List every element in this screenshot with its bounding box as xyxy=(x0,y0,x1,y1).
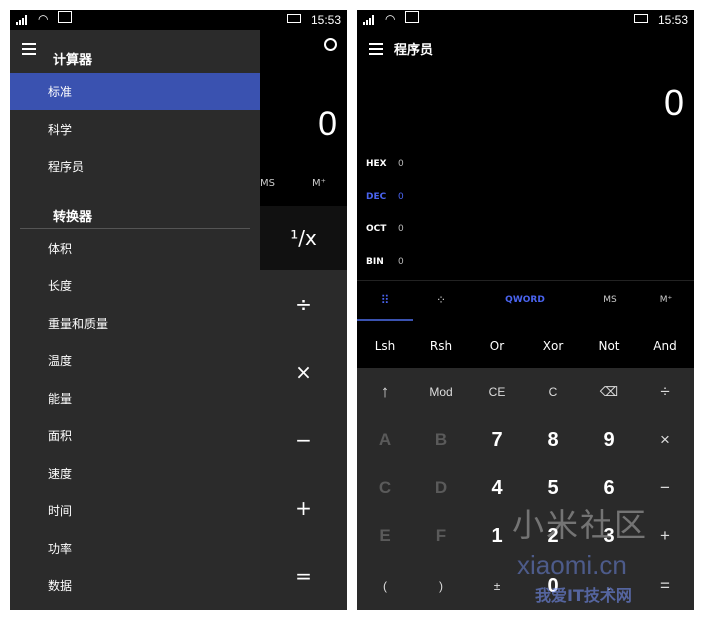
base-label: OCT xyxy=(366,224,387,234)
memory-add-button[interactable]: M⁺ xyxy=(638,281,694,319)
word-size-button[interactable]: QWORD xyxy=(487,281,563,319)
hex-c-button[interactable]: C xyxy=(357,464,413,512)
status-time: 15:53 xyxy=(310,13,341,27)
digit-8-button[interactable]: 8 xyxy=(525,416,581,464)
drawer-divider xyxy=(20,228,250,229)
oct-row[interactable]: OCT 0 xyxy=(366,224,404,234)
base-value: 0 xyxy=(398,192,404,202)
rsh-button[interactable]: Rsh xyxy=(413,322,469,370)
memory-add-button[interactable]: M⁺ xyxy=(312,178,326,189)
converter-section-heading: 转换器 xyxy=(53,210,93,225)
drawer-item-weight[interactable]: 重量和质量 xyxy=(10,305,260,342)
drawer-item-data[interactable]: 数据 xyxy=(10,567,260,604)
digit-7-button[interactable]: 7 xyxy=(469,416,525,464)
message-icon xyxy=(405,11,419,23)
watermark-site: 我爱IT技术网 xyxy=(535,586,632,605)
drawer-item-power[interactable]: 功率 xyxy=(10,530,260,567)
add-button[interactable]: + xyxy=(260,474,347,542)
subtract-button[interactable]: − xyxy=(260,406,347,474)
clear-entry-button[interactable]: CE xyxy=(469,368,525,416)
drawer-item-volume[interactable]: 体积 xyxy=(10,230,260,267)
drawer-item-length[interactable]: 长度 xyxy=(10,267,260,304)
memory-store-button[interactable]: MS xyxy=(582,281,638,319)
mod-button[interactable]: Mod xyxy=(413,368,469,416)
equals-button[interactable]: = xyxy=(637,562,693,610)
drawer-item-area[interactable]: 面积 xyxy=(10,417,260,454)
and-button[interactable]: And xyxy=(637,322,693,370)
drawer-item-programmer[interactable]: 程序员 xyxy=(10,148,260,185)
multiply-button[interactable]: × xyxy=(637,416,693,464)
status-bar: ◠ 15:53 xyxy=(10,10,347,30)
signal-icon xyxy=(363,15,377,25)
hex-b-button[interactable]: B xyxy=(413,416,469,464)
bit-toggle-tab-icon[interactable]: ⁘ xyxy=(413,281,469,319)
drawer-item-scientific[interactable]: 科学 xyxy=(10,111,260,148)
hamburger-menu-icon[interactable] xyxy=(22,43,36,58)
close-paren-button[interactable]: ) xyxy=(413,562,469,610)
battery-icon xyxy=(634,14,648,23)
memory-store-button[interactable]: MS xyxy=(260,178,275,189)
hex-d-button[interactable]: D xyxy=(413,464,469,512)
drawer-item-energy[interactable]: 能量 xyxy=(10,380,260,417)
digit-9-button[interactable]: 9 xyxy=(581,416,637,464)
calculator-display: 0 xyxy=(318,105,337,143)
equals-button[interactable]: = xyxy=(260,542,347,610)
clear-button[interactable]: C xyxy=(525,368,581,416)
wifi-icon: ◠ xyxy=(38,12,49,26)
left-keypad: ¹/x ÷ × − + = xyxy=(260,206,347,610)
watermark-url: xiaomi.cn xyxy=(517,550,627,580)
base-value: 0 xyxy=(398,159,404,169)
signal-icon xyxy=(16,15,30,25)
hex-a-button[interactable]: A xyxy=(357,416,413,464)
hex-e-button[interactable]: E xyxy=(357,512,413,560)
hex-f-button[interactable]: F xyxy=(413,512,469,560)
base-label: HEX xyxy=(366,159,387,169)
navigation-drawer: 计算器 标准 科学 程序员 转换器 体积 长度 重量和质量 温度 能量 面积 速… xyxy=(10,30,260,610)
page-title: 程序员 xyxy=(394,43,434,58)
battery-icon xyxy=(287,14,301,23)
drawer-item-speed[interactable]: 速度 xyxy=(10,455,260,492)
bin-row[interactable]: BIN 0 xyxy=(366,257,404,267)
hamburger-menu-icon[interactable] xyxy=(369,43,383,58)
history-icon[interactable] xyxy=(324,38,337,51)
lsh-button[interactable]: Lsh xyxy=(357,322,413,370)
left-phone-screen: ◠ 15:53 0 MS M⁺ ¹/x ÷ × − + = 计算器 标准 科学 … xyxy=(10,10,347,610)
reciprocal-button[interactable]: ¹/x xyxy=(260,206,347,270)
not-button[interactable]: Not xyxy=(581,322,637,370)
drawer-item-time[interactable]: 时间 xyxy=(10,492,260,529)
drawer-item-standard[interactable]: 标准 xyxy=(10,73,260,110)
calculator-display: 0 xyxy=(663,82,684,123)
right-phone-screen: ◠ 15:53 程序员 0 HEX 0 DEC 0 OCT 0 BIN 0 ⠿ … xyxy=(357,10,694,610)
hex-row[interactable]: HEX 0 xyxy=(366,159,404,169)
divide-button[interactable]: ÷ xyxy=(260,270,347,338)
message-icon xyxy=(58,11,72,23)
backspace-icon[interactable]: ⌫ xyxy=(581,368,637,416)
drawer-item-temperature[interactable]: 温度 xyxy=(10,342,260,379)
watermark-text: 小米社区 xyxy=(512,506,649,544)
base-value: 0 xyxy=(398,257,404,267)
multiply-button[interactable]: × xyxy=(260,338,347,406)
status-bar: ◠ 15:53 xyxy=(357,10,694,30)
wifi-icon: ◠ xyxy=(385,12,396,26)
status-time: 15:53 xyxy=(657,13,688,27)
programmer-toolbar: ⠿ ⁘ QWORD MS M⁺ xyxy=(357,280,694,321)
dec-row[interactable]: DEC 0 xyxy=(366,192,404,202)
base-value: 0 xyxy=(398,224,404,234)
calculator-section-heading: 计算器 xyxy=(53,53,93,68)
or-button[interactable]: Or xyxy=(469,322,525,370)
shift-button[interactable]: ↑ xyxy=(357,368,413,416)
xor-button[interactable]: Xor xyxy=(525,322,581,370)
base-label: BIN xyxy=(366,257,384,267)
open-paren-button[interactable]: ( xyxy=(357,562,413,610)
full-keypad-tab-icon[interactable]: ⠿ xyxy=(357,281,413,321)
divide-button[interactable]: ÷ xyxy=(637,368,693,416)
bitwise-operator-row: Lsh Rsh Or Xor Not And xyxy=(357,322,694,370)
base-label: DEC xyxy=(366,192,387,202)
